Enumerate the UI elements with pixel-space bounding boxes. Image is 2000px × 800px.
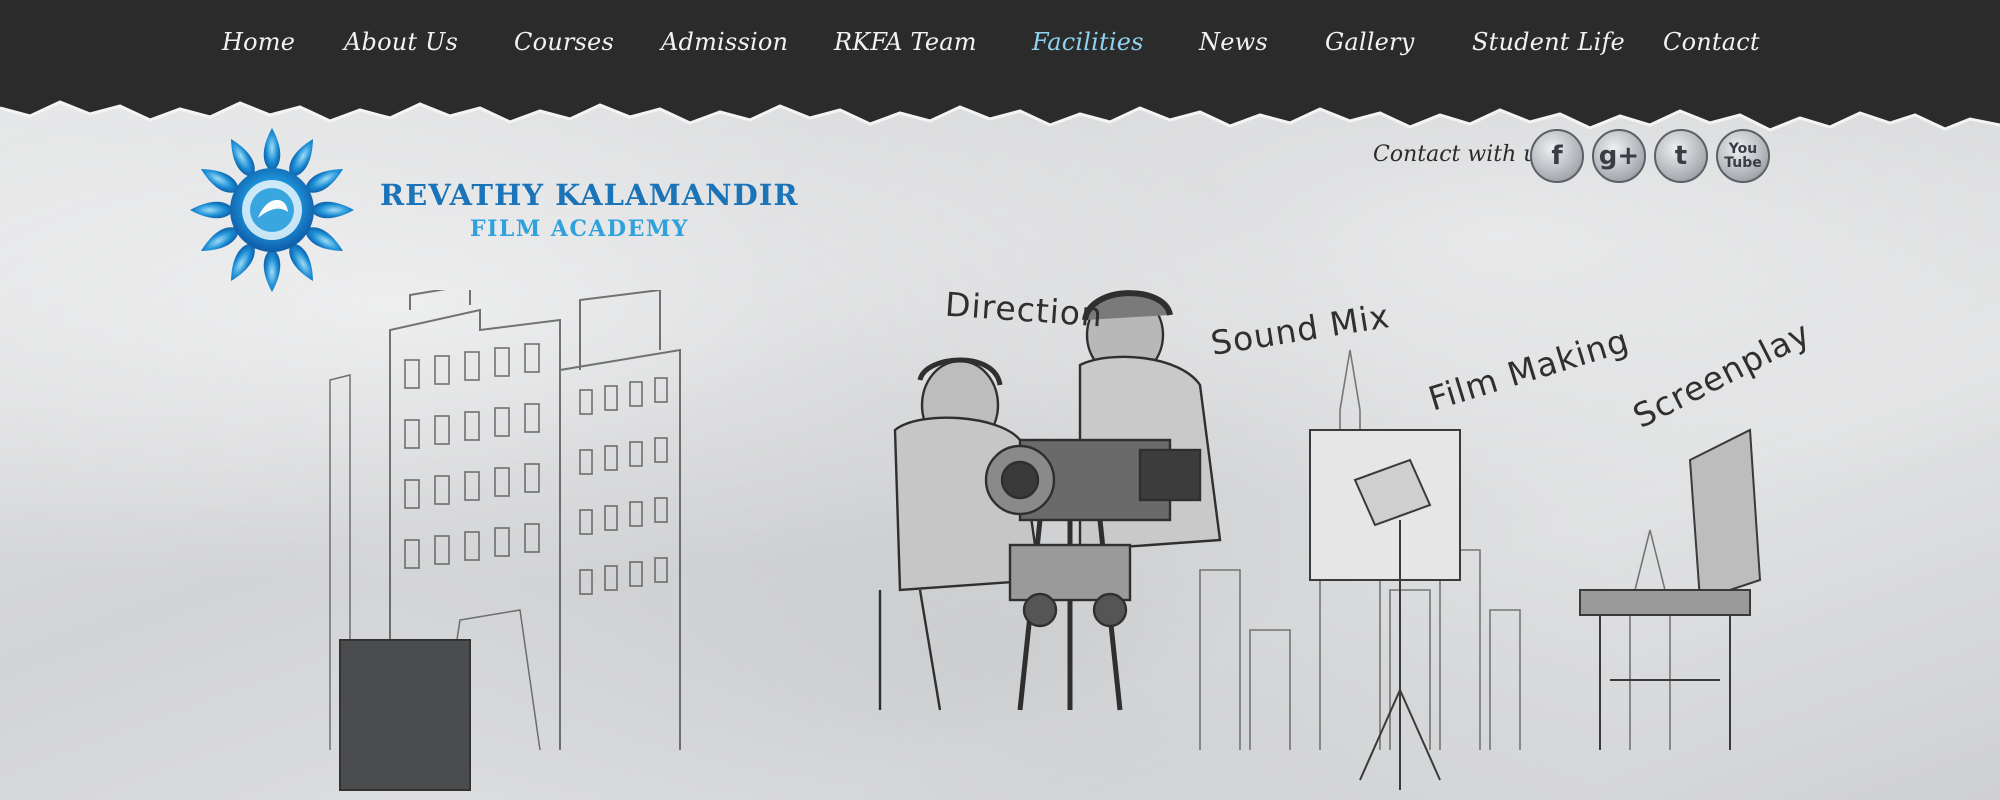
billboard-sketch <box>339 639 471 791</box>
nav-courses[interactable]: Courses <box>514 28 614 56</box>
contact-label: Contact with us <box>1373 142 1549 167</box>
nav-contact[interactable]: Contact <box>1663 28 1760 56</box>
facebook-icon[interactable]: f <box>1530 129 1584 183</box>
youtube-icon[interactable]: You Tube <box>1716 129 1770 183</box>
nav-facilities[interactable]: Facilities <box>1032 28 1144 56</box>
youtube-glyph: You Tube <box>1724 141 1762 171</box>
nav-home[interactable]: Home <box>222 28 295 56</box>
studio-light-sketch <box>1309 429 1461 790</box>
academy-logo-icon[interactable] <box>185 125 360 295</box>
twitter-icon[interactable]: t <box>1654 129 1708 183</box>
nav-news[interactable]: News <box>1199 28 1268 56</box>
nav-student-life[interactable]: Student Life <box>1472 28 1625 56</box>
nav-about-us[interactable]: About Us <box>344 28 458 56</box>
nav-rkfa-team[interactable]: RKFA Team <box>834 28 977 56</box>
main-navigation: Home About Us Courses Admission RKFA Tea… <box>0 0 2000 95</box>
brand-name: REVATHY KALAMANDIR <box>380 178 799 212</box>
nav-gallery[interactable]: Gallery <box>1325 28 1414 56</box>
twitter-glyph: t <box>1674 141 1688 171</box>
facebook-glyph: f <box>1551 141 1563 171</box>
nav-admission[interactable]: Admission <box>661 28 788 56</box>
brand-subtitle: FILM ACADEMY <box>470 216 689 242</box>
google-plus-glyph: g+ <box>1598 141 1640 171</box>
camera-crew-sketch <box>878 290 1222 711</box>
google-plus-icon[interactable]: g+ <box>1592 129 1646 183</box>
